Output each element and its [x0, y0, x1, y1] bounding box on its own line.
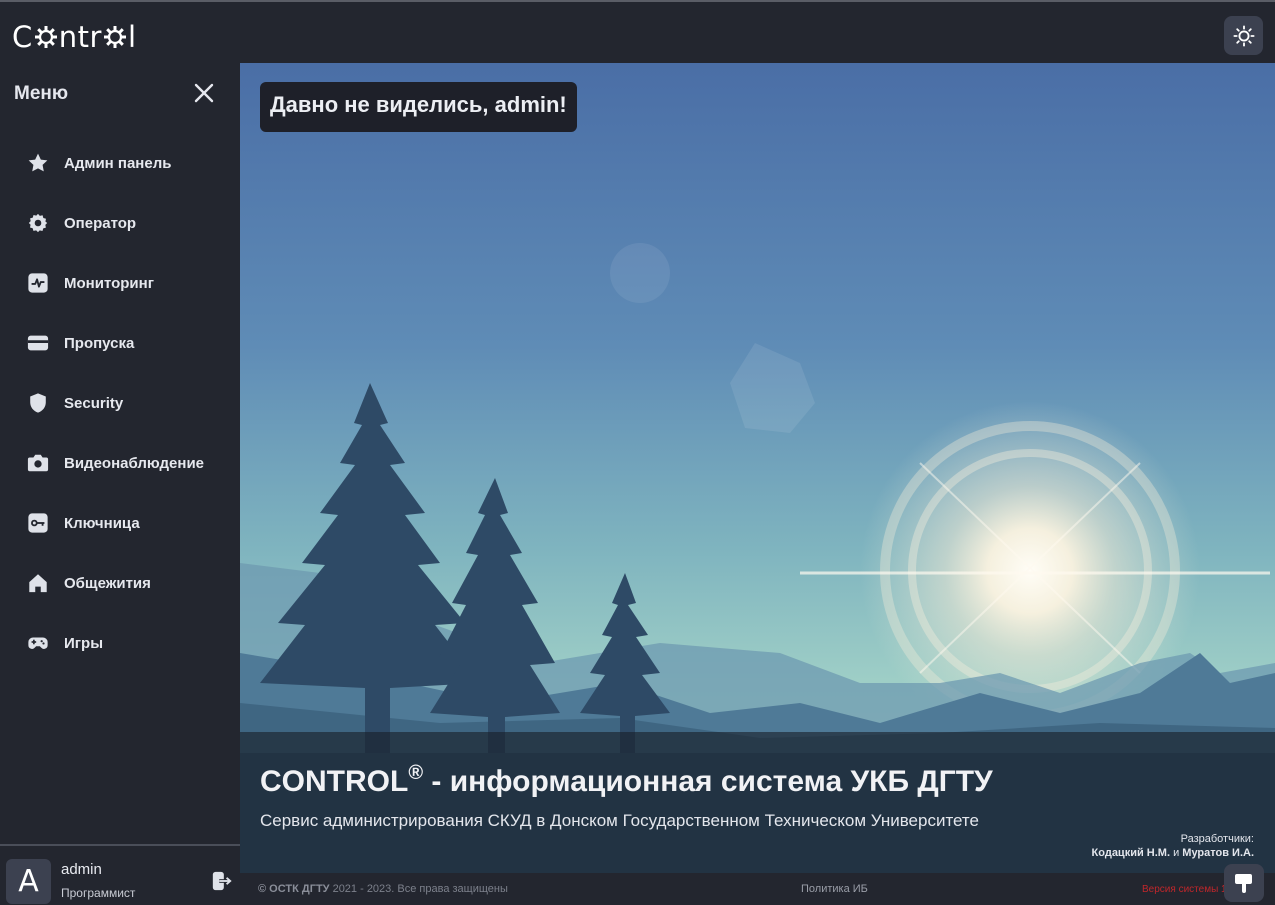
sidebar-item-keys[interactable]: Ключница — [0, 493, 240, 553]
help-button[interactable] — [1224, 864, 1264, 902]
logo-gear-icon-2 — [103, 26, 126, 48]
gamepad-icon — [27, 632, 49, 654]
sidebar-item-games[interactable]: Игры — [0, 613, 240, 673]
hero-banner: Давно не виделись, admin! CONTROL® - инф… — [240, 63, 1275, 873]
sidebar-item-label: Общежития — [64, 574, 151, 592]
user-name: admin — [61, 861, 102, 878]
footer: © ОСТК ДГТУ 2021 - 2023. Все права защищ… — [240, 864, 1275, 905]
developers-credit: Разработчики: Кодацкий Н.М. и Муратов И.… — [1091, 833, 1254, 859]
pulse-icon — [27, 272, 49, 294]
menu-title: Меню — [14, 83, 69, 104]
sidebar-item-dormitories[interactable]: Общежития — [0, 553, 240, 613]
hero-title: CONTROL® - информационная система УКБ ДГ… — [260, 762, 993, 798]
logo-gear-icon — [34, 26, 57, 48]
sidebar-item-security[interactable]: Security — [0, 373, 240, 433]
shield-icon — [27, 392, 49, 414]
policy-link[interactable]: Политика ИБ — [801, 883, 868, 895]
star-icon — [27, 152, 49, 174]
top-bar: Cntr l — [0, 0, 1275, 63]
sidebar-item-label: Видеонаблюдение — [64, 454, 205, 472]
user-role: Программист — [61, 886, 136, 900]
sidebar-item-passes[interactable]: Пропуска — [0, 313, 240, 373]
close-icon[interactable] — [192, 81, 216, 105]
logo-text-end: l — [127, 20, 137, 54]
key-icon — [27, 512, 49, 534]
sidebar-item-operator[interactable]: Оператор — [0, 193, 240, 253]
system-version: Версия системы 1. — [1142, 884, 1230, 895]
theme-toggle-button[interactable] — [1224, 16, 1263, 55]
sidebar-item-video[interactable]: Видеонаблюдение — [0, 433, 240, 493]
sidebar-nav: Админ панель Оператор Мониторинг Пропуск… — [0, 133, 240, 673]
sidebar-item-admin-panel[interactable]: Админ панель — [0, 133, 240, 193]
pointer-icon — [1235, 874, 1252, 893]
app-logo[interactable]: Cntr l — [12, 20, 137, 54]
card-icon — [27, 332, 49, 354]
sidebar-item-label: Ключница — [64, 514, 140, 532]
sun-icon — [1232, 24, 1255, 47]
gear-icon — [27, 212, 49, 234]
user-panel: A admin Программист — [0, 844, 240, 905]
avatar[interactable]: A — [6, 859, 51, 904]
logout-icon[interactable] — [211, 870, 233, 892]
sidebar-item-label: Админ панель — [64, 154, 172, 172]
greeting-banner: Давно не виделись, admin! — [260, 82, 577, 132]
hero-subtitle: Сервис администрирования СКУД в Донском … — [260, 811, 979, 830]
home-icon — [27, 572, 49, 594]
sidebar-item-monitoring[interactable]: Мониторинг — [0, 253, 240, 313]
hero-caption: CONTROL® - информационная система УКБ ДГ… — [240, 732, 1275, 873]
logo-text-start: C — [12, 20, 33, 54]
sidebar-item-label: Мониторинг — [64, 274, 154, 292]
sidebar-item-label: Security — [64, 394, 124, 412]
camera-icon — [27, 452, 49, 474]
sidebar: Меню Админ панель Оператор Мониторинг Пр… — [0, 63, 240, 905]
copyright: © ОСТК ДГТУ 2021 - 2023. Все права защищ… — [258, 883, 508, 895]
sidebar-item-label: Оператор — [64, 214, 137, 232]
sidebar-item-label: Игры — [64, 634, 104, 652]
sidebar-item-label: Пропуска — [64, 334, 135, 352]
logo-text-middle: ntr — [58, 20, 102, 54]
